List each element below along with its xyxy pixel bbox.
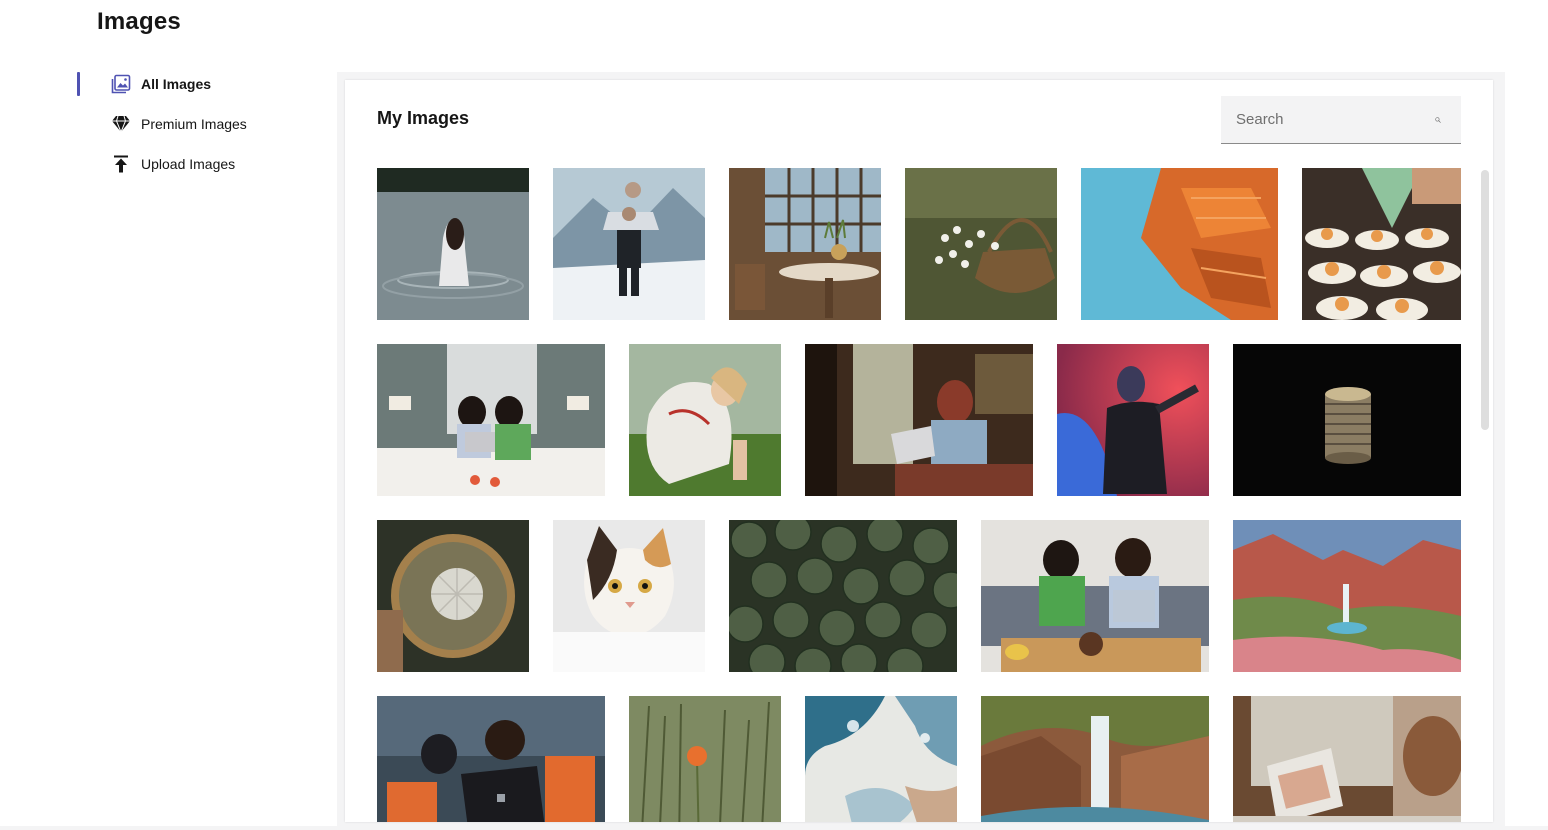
search-icon[interactable] [1435,110,1441,130]
gallery-image-canyon-waterfall[interactable] [1233,520,1461,672]
images-icon [110,73,132,95]
diamond-icon [110,113,132,135]
gallery-image-woman-in-lake[interactable] [377,168,529,320]
gallery-image-green-leaves-pattern[interactable] [729,520,957,672]
gallery-image-waterfall-cliffs[interactable] [981,696,1209,822]
gallery-image-poppy-wheat-field[interactable] [629,696,781,822]
gallery-scrollbar[interactable] [1481,170,1489,430]
search-input[interactable] [1221,111,1435,128]
image-gallery-panel: My Images [345,80,1493,822]
gallery-image-flower-basket[interactable] [905,168,1057,320]
gallery-image-women-laptop-bed[interactable] [377,344,605,496]
gallery-image-man-red-blue-light[interactable] [1057,344,1209,496]
bottom-edge [0,826,1548,830]
sidebar-item-label: Upload Images [141,156,236,172]
gallery-image-cafe-interior-table[interactable] [729,168,881,320]
gallery-title: My Images [377,108,470,128]
search-box[interactable] [1221,96,1461,144]
gallery-image-women-couch-laptop[interactable] [981,520,1209,672]
gallery-image-laptop-window-desk[interactable] [1233,696,1461,822]
upload-icon [110,153,132,175]
gallery-image-couple-piggyback-snow[interactable] [553,168,705,320]
gallery-image-orange-tower-sky[interactable] [1081,168,1278,320]
sidebar-item-premium-images[interactable]: Premium Images [110,104,247,144]
sidebar-item-label: All Images [141,76,212,92]
sidebar-item-label: Premium Images [141,116,247,132]
gallery-image-fluid-art-blue[interactable] [805,696,957,822]
gallery-image-coin-stack-dark[interactable] [1233,344,1461,496]
page-title: Images [97,8,181,35]
sidebar-item-upload-images[interactable]: Upload Images [110,144,235,184]
active-indicator [77,72,80,96]
gallery-image-hikers-tablet[interactable] [377,696,605,822]
sidebar-item-all-images[interactable]: All Images [110,64,211,104]
gallery-image-woman-laptop-window[interactable] [805,344,1033,496]
gallery-image-calico-cat[interactable] [553,520,705,672]
gallery-image-woman-sitting-grass[interactable] [629,344,781,496]
gallery-image-magnifier-dandelion[interactable] [377,520,529,672]
gallery-image-dessert-plates[interactable] [1302,168,1461,320]
